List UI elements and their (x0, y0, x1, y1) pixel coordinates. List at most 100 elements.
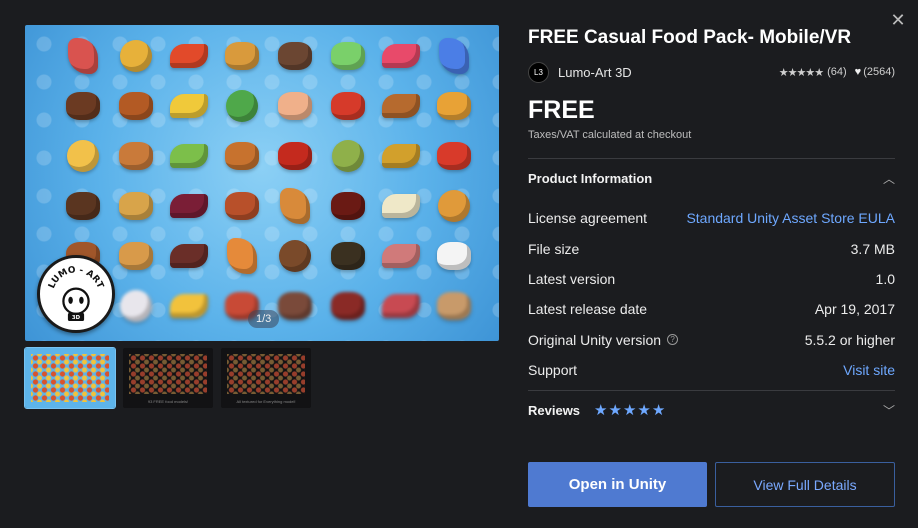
food-item-shape (277, 42, 312, 70)
tax-note: Taxes/VAT calculated at checkout (528, 129, 692, 141)
food-item-shape (224, 192, 259, 220)
info-value: 5.5.2 or higher (804, 331, 895, 348)
food-item (110, 181, 161, 231)
info-label: License agreement (528, 210, 648, 227)
product-info-list: License agreement Standard Unity Asset S… (528, 203, 895, 385)
info-row-latest-version: Latest version 1.0 (528, 264, 895, 294)
support-link[interactable]: Visit site (843, 362, 895, 378)
info-row-support: Support Visit site (528, 355, 895, 385)
rating-stars: ★★★★★ (778, 66, 824, 79)
reviews-title-group: Reviews ★★★★★ (528, 401, 666, 419)
food-item-shape (118, 192, 153, 220)
info-row-file-size: File size 3.7 MB (528, 233, 895, 263)
food-item-shape (381, 194, 420, 218)
reviews-stars: ★★★★★ (594, 402, 667, 420)
svg-text:3D: 3D (72, 315, 81, 321)
reviews-title: Reviews (528, 402, 581, 418)
food-item-shape (381, 94, 420, 118)
food-item-shape (436, 292, 471, 320)
food-item (322, 131, 373, 181)
food-item (110, 81, 161, 131)
thumbnail-strip: 93 FREE food models! All textured for Ev… (24, 347, 311, 409)
thumbnail-preview (31, 354, 109, 402)
info-label: Latest release date (528, 301, 648, 318)
lumo-art-logo: LUMO - ART 3D (37, 255, 115, 333)
chevron-up-icon: ︿ (882, 171, 895, 186)
food-item (163, 81, 214, 131)
food-item (216, 31, 267, 81)
food-item (269, 231, 320, 281)
hero-image[interactable]: LUMO - ART 3D 1/3 (25, 25, 499, 341)
food-item-shape (438, 38, 469, 74)
rating-count[interactable]: (64) (827, 66, 847, 78)
info-label: Support (528, 362, 578, 379)
publisher-avatar[interactable]: L3 (528, 61, 549, 83)
food-item-shape (330, 242, 365, 270)
info-label-text: Original Unity version (528, 331, 662, 348)
food-item (375, 181, 426, 231)
food-item-shape (118, 92, 153, 120)
heart-icon[interactable]: ♥ (855, 66, 862, 78)
food-item-shape (224, 142, 259, 170)
open-in-unity-button[interactable]: Open in Unity (528, 462, 707, 507)
food-item (428, 31, 479, 81)
food-item (163, 181, 214, 231)
food-item-shape (65, 192, 100, 220)
info-row-release-date: Latest release date Apr 19, 2017 (528, 294, 895, 324)
food-item (269, 181, 320, 231)
thumbnail-1[interactable] (24, 347, 116, 409)
food-item-shape (381, 294, 420, 318)
food-item-shape (224, 42, 259, 70)
food-item-shape (67, 38, 98, 74)
food-item (216, 131, 267, 181)
food-item-shape (437, 190, 470, 222)
publisher-name[interactable]: Lumo-Art 3D (558, 65, 632, 80)
food-item-shape (169, 294, 208, 318)
food-item-shape (169, 244, 208, 268)
food-item (428, 181, 479, 231)
food-item (110, 231, 161, 281)
food-item-shape (436, 92, 471, 120)
favorites-count: (2564) (863, 66, 895, 78)
publisher-row: L3 Lumo-Art 3D ★★★★★ (64) ♥ (2564) (528, 61, 895, 83)
food-item-shape (118, 142, 153, 170)
reviews-header[interactable]: Reviews ★★★★★ ﹀ (528, 391, 895, 429)
thumbnail-3[interactable]: All textured for Everything model! (221, 348, 311, 408)
food-item-shape (330, 92, 365, 120)
food-item (216, 181, 267, 231)
thumbnail-2[interactable]: 93 FREE food models! (123, 348, 213, 408)
food-item-shape (169, 94, 208, 118)
product-info-header[interactable]: Product Information ︿ (528, 159, 895, 197)
food-grid (57, 31, 497, 331)
food-item (163, 231, 214, 281)
food-item-shape (278, 240, 311, 272)
food-item (428, 231, 479, 281)
food-item-shape (277, 292, 312, 320)
food-item-shape (169, 144, 208, 168)
food-item (57, 31, 108, 81)
license-link[interactable]: Standard Unity Asset Store EULA (686, 210, 895, 226)
food-item-shape (169, 194, 208, 218)
info-row-license: License agreement Standard Unity Asset S… (528, 203, 895, 233)
thumbnail-preview (227, 354, 305, 394)
food-item (216, 231, 267, 281)
food-item (269, 131, 320, 181)
food-item (57, 81, 108, 131)
food-item-shape (169, 44, 208, 68)
food-item (375, 81, 426, 131)
food-item (163, 131, 214, 181)
food-item (428, 131, 479, 181)
food-item-shape (66, 140, 99, 172)
chevron-down-icon: ﹀ (882, 403, 895, 418)
info-value: Apr 19, 2017 (814, 301, 895, 318)
help-circle-icon[interactable]: ? (667, 334, 679, 346)
food-item (269, 31, 320, 81)
view-full-details-button[interactable]: View Full Details (715, 462, 895, 507)
price: FREE (528, 96, 595, 124)
food-item-shape (277, 92, 312, 120)
food-item-shape (277, 142, 312, 170)
info-row-unity-version: Original Unity version ? 5.5.2 or higher (528, 325, 895, 355)
food-item-shape (331, 140, 364, 172)
food-item (57, 181, 108, 231)
food-item-shape (381, 144, 420, 168)
